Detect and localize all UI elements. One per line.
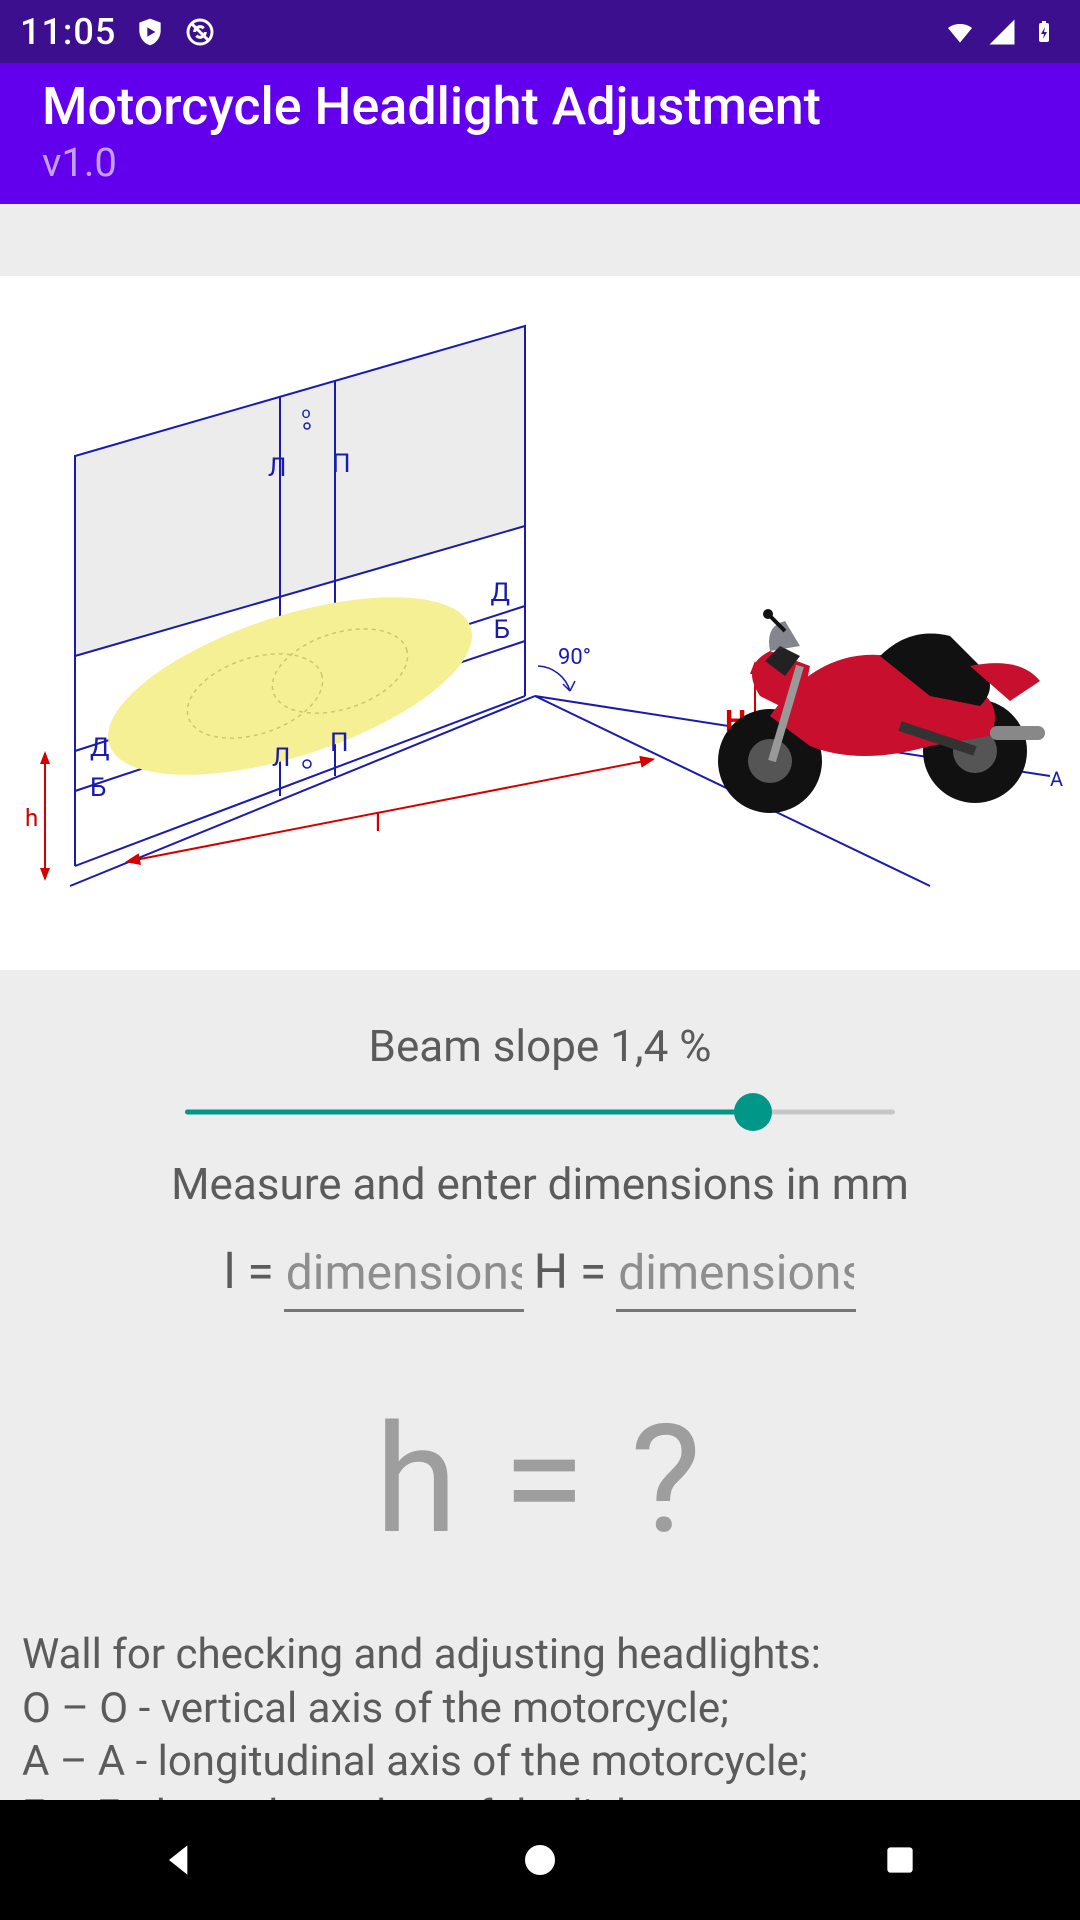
svg-text:о: о bbox=[301, 403, 310, 422]
beam-label-suffix: % bbox=[668, 1020, 711, 1072]
beam-slope-slider[interactable] bbox=[185, 1090, 895, 1134]
home-button[interactable] bbox=[510, 1830, 570, 1890]
shield-play-icon bbox=[134, 16, 166, 48]
instruction-text: Measure and enter dimensions in mm bbox=[40, 1158, 1040, 1210]
content-gap bbox=[0, 204, 1080, 276]
diagram-container: о Л П Д Б Д Б Л П 90° h bbox=[0, 276, 1080, 970]
beam-slope-label: Beam slope 1,4 % bbox=[40, 1020, 1040, 1072]
beam-label-value: 1,4 bbox=[610, 1020, 668, 1072]
slider-row bbox=[40, 1090, 1040, 1134]
l-input[interactable] bbox=[284, 1240, 524, 1312]
battery-charging-icon bbox=[1028, 16, 1060, 48]
signal-icon bbox=[986, 16, 1018, 48]
status-bar: 11:05 bbox=[0, 0, 1080, 63]
h-upper-label: H = bbox=[534, 1243, 607, 1312]
legend-line-0: O – O - vertical axis of the motorcycle; bbox=[22, 1682, 1058, 1736]
svg-text:l: l bbox=[375, 809, 381, 837]
legend-line-1: A – A - longitudinal axis of the motorcy… bbox=[22, 1735, 1058, 1789]
status-time: 11:05 bbox=[20, 11, 116, 53]
no-sync-icon bbox=[184, 16, 216, 48]
headlight-diagram: о Л П Д Б Д Б Л П 90° h bbox=[10, 296, 1070, 936]
app-bar: Motorcycle Headlight Adjustment v1.0 bbox=[0, 63, 1080, 204]
h-upper-input[interactable] bbox=[616, 1240, 856, 1312]
slider-fill bbox=[185, 1109, 753, 1114]
svg-text:Б: Б bbox=[90, 773, 106, 803]
legend-title: Wall for checking and adjusting headligh… bbox=[22, 1628, 1058, 1682]
svg-text:h: h bbox=[25, 804, 38, 832]
svg-text:Л: Л bbox=[268, 453, 286, 483]
status-left: 11:05 bbox=[20, 11, 216, 53]
svg-text:П: П bbox=[332, 449, 351, 479]
svg-text:Д: Д bbox=[490, 578, 510, 608]
controls-section: Beam slope 1,4 % Measure and enter dimen… bbox=[0, 970, 1080, 1568]
svg-text:A: A bbox=[1050, 767, 1063, 791]
back-button[interactable] bbox=[150, 1830, 210, 1890]
svg-text:Л: Л bbox=[272, 743, 290, 773]
inputs-row: l = H = bbox=[40, 1240, 1040, 1312]
status-right bbox=[944, 16, 1060, 48]
wifi-icon bbox=[944, 16, 976, 48]
l-label: l = bbox=[224, 1243, 274, 1312]
beam-label-prefix: Beam slope bbox=[369, 1020, 611, 1072]
svg-text:Б: Б bbox=[494, 615, 510, 645]
app-version: v1.0 bbox=[42, 139, 1038, 186]
svg-text:90°: 90° bbox=[558, 645, 591, 670]
recent-apps-button[interactable] bbox=[870, 1830, 930, 1890]
svg-text:П: П bbox=[330, 728, 349, 758]
motorcycle-graphic bbox=[718, 609, 1045, 813]
result-text: h = ? bbox=[40, 1392, 1040, 1568]
content-area: о Л П Д Б Д Б Л П 90° h bbox=[0, 204, 1080, 1897]
app-title: Motorcycle Headlight Adjustment bbox=[42, 77, 1038, 137]
navigation-bar bbox=[0, 1800, 1080, 1920]
svg-text:Д: Д bbox=[90, 733, 110, 763]
slider-thumb[interactable] bbox=[734, 1093, 772, 1131]
